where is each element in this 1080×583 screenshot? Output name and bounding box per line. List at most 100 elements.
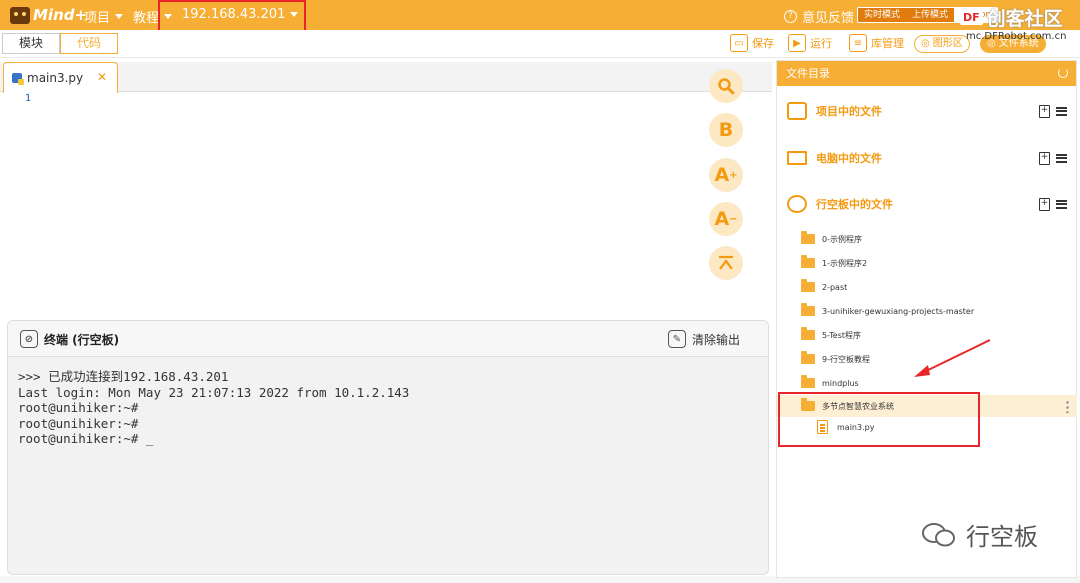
terminal-line: root@unihiker:~# _ bbox=[18, 431, 154, 446]
folder-name: 0-示例程序 bbox=[822, 234, 862, 244]
more-options-icon[interactable] bbox=[1066, 399, 1069, 413]
section-actions: + bbox=[1039, 104, 1067, 118]
file-tab-label: main3.py bbox=[27, 71, 84, 85]
library-label: 库管理 bbox=[871, 37, 904, 50]
section-label: 电脑中的文件 bbox=[816, 152, 882, 165]
save-label: 保存 bbox=[752, 37, 774, 50]
folder-name: 9-行空板教程 bbox=[822, 354, 870, 364]
folder-icon bbox=[801, 351, 815, 364]
folder-item[interactable]: 1-示例程序2 bbox=[777, 252, 1077, 274]
file-panel-title: 文件目录 bbox=[786, 67, 830, 80]
graphics-button[interactable]: ◎ 图形区 bbox=[914, 35, 970, 53]
terminal-header: ⊘ 终端 (行空板) ✎ 清除输出 bbox=[8, 321, 768, 357]
menu-icon[interactable] bbox=[1056, 199, 1067, 209]
feedback-button[interactable]: ? 意见反馈 bbox=[784, 7, 854, 26]
dfrobot-logo-icon: DF bbox=[960, 10, 983, 25]
wechat-watermark: 行空板 bbox=[920, 517, 1038, 552]
section-actions: + bbox=[1039, 151, 1067, 165]
link-icon: ⊘ bbox=[20, 330, 38, 348]
line-number: 1 bbox=[25, 93, 32, 104]
tab-code[interactable]: 代码 bbox=[60, 33, 118, 54]
feedback-label: 意见反馈 bbox=[802, 11, 855, 26]
folder-item[interactable]: 3-unihiker-gewuxiang-projects-master bbox=[777, 300, 1077, 322]
save-icon: ▭ bbox=[730, 34, 748, 52]
scroll-top-icon[interactable] bbox=[709, 246, 743, 280]
robot-logo-icon bbox=[10, 6, 30, 24]
annotation-arrow bbox=[914, 339, 991, 377]
library-button[interactable]: ≡ 库管理 bbox=[849, 34, 904, 52]
folder-name: 2-past bbox=[822, 282, 848, 292]
monitor-icon bbox=[787, 151, 807, 165]
graphics-icon: ◎ bbox=[921, 38, 930, 49]
tab-blocks[interactable]: 模块 bbox=[2, 33, 60, 54]
add-file-icon[interactable]: + bbox=[1039, 197, 1050, 211]
section-computer-files[interactable]: 电脑中的文件 + bbox=[777, 143, 1077, 173]
folder-name: 1-示例程序2 bbox=[822, 258, 868, 268]
terminal-line: root@unihiker:~# bbox=[18, 400, 139, 415]
section-project-files[interactable]: 项目中的文件 + bbox=[777, 96, 1077, 126]
folder-name: 3-unihiker-gewuxiang-projects-master bbox=[822, 306, 975, 316]
annotation-box-folder bbox=[778, 392, 980, 447]
run-label: 运行 bbox=[810, 37, 832, 50]
logo-text: Mind+ bbox=[33, 6, 88, 24]
wechat-icon bbox=[922, 522, 955, 546]
unihiker-icon bbox=[787, 195, 807, 213]
font-increase-icon[interactable]: A + bbox=[709, 158, 743, 192]
toolbar: 模块 代码 ▭ 保存 ▶ 运行 ≡ 库管理 ◎ 图形区 ◎ 文件系统 bbox=[0, 30, 1080, 58]
run-button[interactable]: ▶ 运行 bbox=[788, 34, 832, 52]
watermark-url: mc.DFRobot.com.cn bbox=[966, 31, 1067, 42]
broom-icon: ✎ bbox=[667, 330, 686, 348]
folder-icon bbox=[801, 279, 815, 292]
file-panel-header: 文件目录 bbox=[777, 61, 1076, 86]
folder-icon bbox=[801, 255, 815, 268]
help-icon: ? bbox=[784, 10, 797, 23]
menu-icon[interactable] bbox=[1056, 106, 1067, 116]
dfrobot-watermark: DF 创客社区 bbox=[960, 4, 1063, 31]
list-box-icon bbox=[787, 102, 807, 120]
folder-name: 5-Test程序 bbox=[822, 330, 861, 340]
mindplus-logo[interactable]: Mind+ bbox=[10, 5, 87, 25]
code-editor[interactable]: main3.py ✕ 1 B A + A − bbox=[0, 58, 772, 320]
section-board-files[interactable]: 行空板中的文件 + bbox=[777, 189, 1077, 219]
watermark-cn: 创客社区 bbox=[986, 8, 1063, 30]
section-label: 项目中的文件 bbox=[816, 105, 882, 118]
terminal-line: Last login: Mon May 23 21:07:13 2022 fro… bbox=[18, 384, 410, 400]
graphics-label: 图形区 bbox=[932, 38, 963, 49]
save-button[interactable]: ▭ 保存 bbox=[730, 34, 774, 52]
bold-icon[interactable]: B bbox=[709, 113, 743, 147]
close-icon[interactable]: ✕ bbox=[97, 70, 107, 84]
folder-name: mindplus bbox=[822, 378, 859, 388]
mode-realtime[interactable]: 实时模式 bbox=[858, 8, 906, 22]
terminal-output[interactable]: >>> 已成功连接到192.168.43.201 Last login: Mon … bbox=[8, 357, 768, 459]
wechat-name: 行空板 bbox=[966, 523, 1038, 551]
folder-icon bbox=[801, 231, 815, 244]
menu-tutorial-label: 教程 bbox=[133, 11, 160, 26]
add-file-icon[interactable]: + bbox=[1039, 151, 1050, 165]
chevron-down-icon bbox=[115, 14, 124, 19]
folder-item[interactable]: 0-示例程序 bbox=[777, 228, 1077, 250]
menu-project-label: 项目 bbox=[84, 11, 111, 26]
play-icon: ▶ bbox=[788, 34, 806, 52]
folder-icon bbox=[801, 375, 815, 388]
folder-item[interactable]: 2-past bbox=[777, 276, 1077, 298]
folder-icon bbox=[801, 327, 815, 340]
clear-output-button[interactable]: ✎ 清除输出 bbox=[667, 330, 740, 348]
terminal-line: root@unihiker:~# bbox=[18, 415, 139, 431]
refresh-icon[interactable] bbox=[1058, 68, 1068, 78]
terminal-panel: ⊘ 终端 (行空板) ✎ 清除输出 >>> 已成功连接到192.168.43.2… bbox=[7, 320, 769, 575]
terminal-title-label: 终端 (行空板) bbox=[44, 332, 120, 347]
search-icon[interactable] bbox=[709, 69, 743, 103]
file-directory-panel: 文件目录 项目中的文件 + 电脑中的文件 + 行空板中的文件 + 0-示例程序 … bbox=[776, 60, 1077, 578]
section-label: 行空板中的文件 bbox=[816, 198, 893, 211]
menu-icon[interactable] bbox=[1056, 153, 1067, 163]
file-tab-main3[interactable]: main3.py ✕ bbox=[3, 62, 118, 93]
menu-project[interactable]: 项目 bbox=[84, 7, 124, 26]
clear-output-label: 清除输出 bbox=[691, 332, 740, 347]
folder-icon bbox=[801, 303, 815, 316]
editor-tab-bar: main3.py ✕ bbox=[0, 62, 772, 93]
section-actions: + bbox=[1039, 197, 1067, 211]
add-file-icon[interactable]: + bbox=[1039, 104, 1050, 118]
python-file-icon bbox=[12, 73, 24, 85]
font-decrease-icon[interactable]: A − bbox=[709, 202, 743, 236]
mode-upload[interactable]: 上传模式 bbox=[906, 8, 954, 22]
